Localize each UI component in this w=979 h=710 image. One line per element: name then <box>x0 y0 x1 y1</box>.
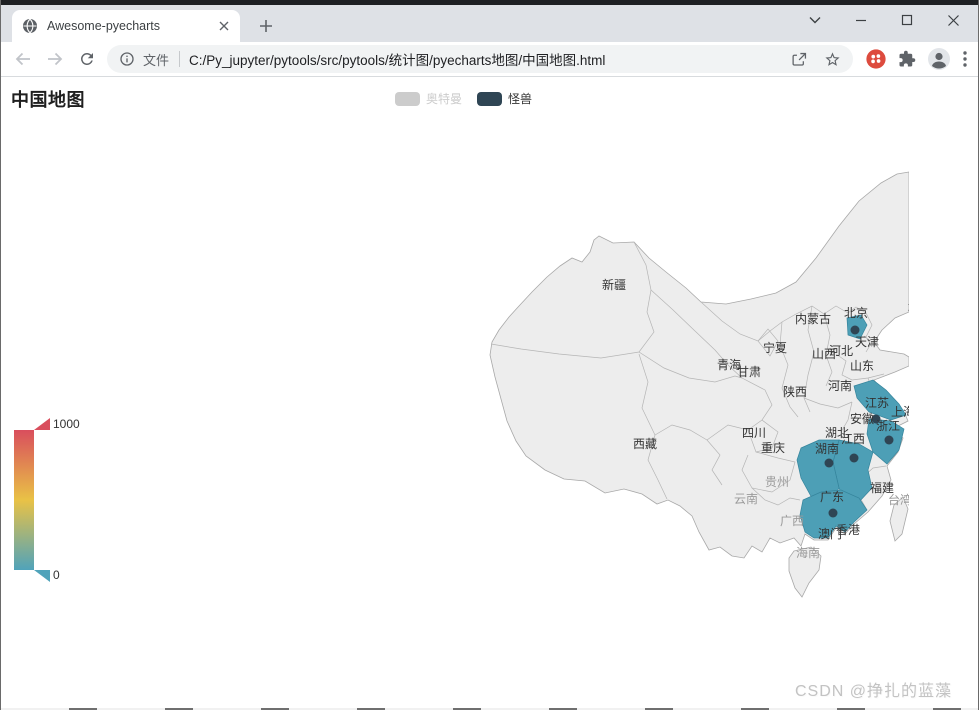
visualmap-min-label: 0 <box>53 568 60 582</box>
profile-avatar-icon[interactable] <box>927 47 951 71</box>
bookmark-star-icon[interactable] <box>824 51 841 68</box>
province-label-江苏: 江苏 <box>865 396 889 410</box>
page-info-icon[interactable] <box>119 51 135 67</box>
province-label-天津: 天津 <box>855 335 879 349</box>
address-bar[interactable]: 文件 C:/Py_jupyter/pytools/src/pytools/统计图… <box>107 45 853 73</box>
file-scheme-label: 文件 <box>143 50 169 69</box>
url-text[interactable]: C:/Py_jupyter/pytools/src/pytools/统计图/py… <box>189 49 791 69</box>
scatter-point-0 <box>851 326 860 335</box>
province-label-宁夏: 宁夏 <box>763 340 787 355</box>
province-label-内蒙古: 内蒙古 <box>795 311 831 326</box>
toolbar-right-icons <box>865 47 968 71</box>
forward-icon[interactable] <box>39 44 71 74</box>
province-label-香港: 香港 <box>836 523 860 537</box>
red-extension-icon[interactable] <box>865 48 887 70</box>
browser-tab[interactable]: Awesome-pyecharts <box>12 10 240 42</box>
share-icon[interactable] <box>791 51 808 68</box>
province-label-海南: 海南 <box>796 545 820 560</box>
legend-swatch <box>477 92 502 106</box>
province-label-湖南: 湖南 <box>815 441 839 456</box>
chart-legend: 奥特曼 怪兽 <box>395 90 532 107</box>
province-label-浙江: 浙江 <box>876 419 900 433</box>
china-map[interactable]: 新疆西藏青海甘肃宁夏内蒙古北京天津山西河北山东河南陕西江苏安徽上海浙江湖北江西湖… <box>451 160 909 610</box>
back-icon[interactable] <box>7 44 39 74</box>
tab-title: Awesome-pyecharts <box>47 19 218 33</box>
tab-search-chevron-icon[interactable] <box>792 5 838 35</box>
window-controls <box>792 5 976 35</box>
page-title: 中国地图 <box>11 86 85 112</box>
legend-item-0[interactable]: 奥特曼 <box>395 90 462 107</box>
visualmap-max-label: 1000 <box>53 417 80 431</box>
province-label-北京: 北京 <box>844 306 868 320</box>
new-tab-button[interactable] <box>253 13 279 39</box>
province-label-安徽: 安徽 <box>850 411 874 426</box>
visualmap-max-handle[interactable] <box>34 418 50 430</box>
province-label-云南: 云南 <box>734 491 758 506</box>
province-label-陕西: 陕西 <box>783 384 807 399</box>
close-icon[interactable] <box>930 5 976 35</box>
province-label-重庆: 重庆 <box>761 441 785 455</box>
scatter-point-5 <box>829 509 838 518</box>
globe-favicon-icon <box>22 18 38 34</box>
province-label-河南: 河南 <box>828 378 852 393</box>
province-label-四川: 四川 <box>742 426 766 440</box>
province-label-广西: 广西 <box>780 514 804 528</box>
visualmap-gradient-bar <box>14 430 34 570</box>
province-label-河北: 河北 <box>829 344 853 358</box>
extensions-puzzle-icon[interactable] <box>898 50 916 68</box>
province-label-江西: 江西 <box>841 432 865 446</box>
province-label-甘肃: 甘肃 <box>737 365 761 379</box>
maximize-icon[interactable] <box>884 5 930 35</box>
province-label-广东: 广东 <box>820 490 844 504</box>
province-label-西藏: 西藏 <box>633 437 657 451</box>
province-label-山东: 山东 <box>850 359 874 373</box>
watermark: CSDN @挣扎的蓝藻 <box>795 677 952 701</box>
province-label-台湾: 台湾 <box>888 492 909 507</box>
province-label-辽宁: 辽宁 <box>908 298 909 313</box>
legend-swatch <box>395 92 420 106</box>
legend-item-1[interactable]: 怪兽 <box>477 90 532 107</box>
province-label-新疆: 新疆 <box>602 277 626 292</box>
tab-strip: Awesome-pyecharts <box>1 5 978 42</box>
browser-toolbar: 文件 C:/Py_jupyter/pytools/src/pytools/统计图… <box>1 42 978 77</box>
scatter-point-2 <box>885 436 894 445</box>
tab-close-icon[interactable] <box>218 20 230 32</box>
visualmap-min-handle[interactable] <box>34 570 50 582</box>
page-content: 中国地图 奥特曼怪兽 1000 0 新疆西藏青海甘肃宁夏内蒙古北京天津山西河北山… <box>1 78 978 708</box>
province-label-上海: 上海 <box>891 404 909 419</box>
legend-label: 奥特曼 <box>426 90 462 107</box>
menu-kebab-icon[interactable] <box>962 50 968 68</box>
province-label-贵州: 贵州 <box>765 475 789 489</box>
legend-label: 怪兽 <box>508 90 532 107</box>
scatter-point-4 <box>825 459 834 468</box>
scatter-point-3 <box>850 454 859 463</box>
minimize-icon[interactable] <box>838 5 884 35</box>
address-divider <box>179 51 180 67</box>
reload-icon[interactable] <box>71 44 103 74</box>
browser-window: Awesome-pyecharts <box>0 0 979 710</box>
